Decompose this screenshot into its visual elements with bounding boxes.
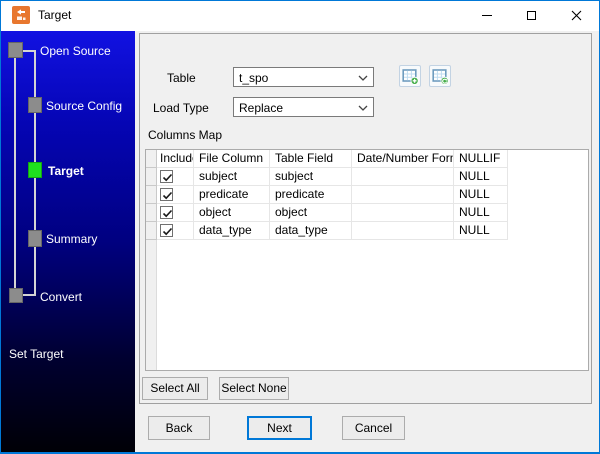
table-field-cell: predicate — [270, 186, 352, 204]
table-refresh-icon — [431, 68, 449, 85]
load-type-select[interactable]: Replace — [233, 97, 374, 117]
load-type-select-value: Replace — [239, 101, 284, 115]
nullif-cell: NULL — [454, 168, 508, 186]
title-bar: Target — [1, 1, 599, 31]
table-row: subject subject NULL — [146, 168, 588, 186]
target-panel: Table t_spo Load Type Replace Columns Ma… — [139, 33, 592, 404]
nullif-cell: NULL — [454, 222, 508, 240]
step-label-convert: Convert — [40, 290, 83, 304]
table-row: object object NULL — [146, 204, 588, 222]
load-type-label: Load Type — [153, 101, 209, 115]
step-box-source-config — [28, 97, 42, 113]
table-label: Table — [167, 71, 196, 85]
columns-map-label: Columns Map — [148, 128, 223, 142]
minimize-icon — [481, 15, 492, 16]
connector-line — [23, 294, 35, 296]
app-icon — [12, 6, 30, 24]
table-select[interactable]: t_spo — [233, 67, 374, 87]
select-none-button[interactable]: Select None — [219, 377, 289, 400]
include-cell — [157, 168, 194, 186]
step-box-target — [28, 162, 42, 178]
minimize-button[interactable] — [464, 1, 509, 30]
step-box-summary — [28, 230, 42, 247]
step-label-summary: Summary — [46, 232, 98, 246]
include-cell — [157, 186, 194, 204]
row-header-cell — [146, 186, 157, 204]
nullif-cell: NULL — [454, 186, 508, 204]
chevron-down-icon — [358, 75, 368, 81]
include-checkbox[interactable] — [160, 206, 173, 219]
header-table-field: Table Field — [270, 150, 352, 168]
table-field-cell: object — [270, 204, 352, 222]
include-checkbox[interactable] — [160, 188, 173, 201]
wizard-status-text: Set Target — [9, 347, 64, 361]
step-box-open-source — [8, 42, 23, 58]
close-icon — [571, 10, 582, 21]
include-checkbox[interactable] — [160, 170, 173, 183]
include-cell — [157, 204, 194, 222]
row-header-cell — [146, 204, 157, 222]
format-cell — [352, 204, 454, 222]
back-button[interactable]: Back — [148, 416, 210, 440]
dialog-window: Target Open Source Source Config Target … — [0, 0, 600, 454]
connector-line — [14, 58, 16, 288]
next-button[interactable]: Next — [247, 416, 312, 440]
window-title: Target — [38, 8, 72, 22]
chevron-down-icon — [358, 105, 368, 111]
file-column-cell: predicate — [194, 186, 270, 204]
row-header-cell — [146, 222, 157, 240]
window-controls — [464, 1, 599, 30]
maximize-button[interactable] — [509, 1, 554, 30]
header-format: Date/Number Format — [352, 150, 454, 168]
nullif-cell: NULL — [454, 204, 508, 222]
step-label-source-config: Source Config — [46, 99, 123, 113]
header-include: Include — [157, 150, 194, 168]
row-header-cell — [146, 168, 157, 186]
file-column-cell: subject — [194, 168, 270, 186]
close-button[interactable] — [554, 1, 599, 30]
format-cell — [352, 222, 454, 240]
table-row: data_type data_type NULL — [146, 222, 588, 240]
select-all-button[interactable]: Select All — [142, 377, 208, 400]
table-field-cell: data_type — [270, 222, 352, 240]
step-label-target: Target — [48, 164, 84, 178]
include-cell — [157, 222, 194, 240]
header-file-column: File Column — [194, 150, 270, 168]
maximize-icon — [527, 11, 536, 20]
file-column-cell: data_type — [194, 222, 270, 240]
cancel-button[interactable]: Cancel — [342, 416, 405, 440]
columns-grid-header: Include File Column Table Field Date/Num… — [146, 150, 588, 168]
table-field-cell: subject — [270, 168, 352, 186]
table-row: predicate predicate NULL — [146, 186, 588, 204]
columns-grid-body: subject subject NULL predicate predicate NULL… — [146, 168, 588, 240]
corner-cell — [146, 150, 157, 168]
step-label-open-source: Open Source — [40, 44, 111, 58]
columns-grid: Include File Column Table Field Date/Num… — [145, 149, 589, 371]
header-nullif: NULLIF — [454, 150, 508, 168]
wizard-sidebar: Open Source Source Config Target Summary… — [1, 31, 135, 452]
table-select-value: t_spo — [239, 71, 269, 85]
create-table-button[interactable] — [399, 65, 421, 87]
step-box-convert — [9, 288, 23, 303]
format-cell — [352, 186, 454, 204]
file-column-cell: object — [194, 204, 270, 222]
table-add-icon — [401, 68, 419, 85]
format-cell — [352, 168, 454, 186]
connector-line — [23, 50, 35, 52]
refresh-table-button[interactable] — [429, 65, 451, 87]
include-checkbox[interactable] — [160, 224, 173, 237]
